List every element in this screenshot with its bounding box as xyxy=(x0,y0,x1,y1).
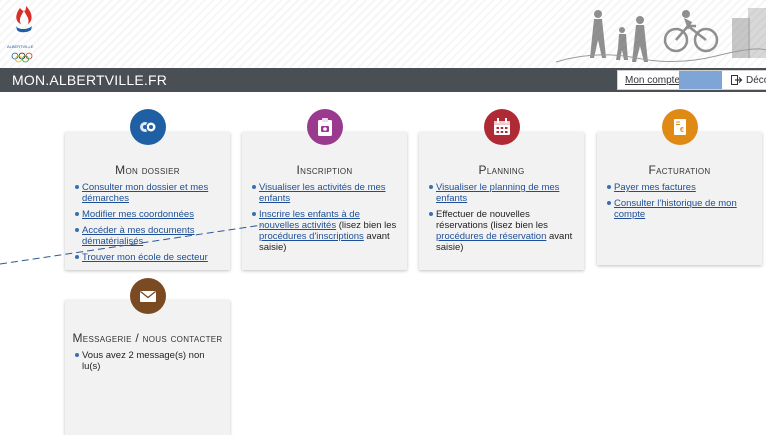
visualiser-activites-link[interactable]: Visualiser les activités de mes enfants xyxy=(259,182,386,204)
list-item: Visualiser le planning de mes enfants xyxy=(429,182,576,204)
list-item: Payer mes factures xyxy=(607,182,754,193)
reservations-note: Effectuer de nouvelles réservations (lis… xyxy=(436,209,548,231)
site-header: ALBERTVILLE xyxy=(0,0,766,68)
list-item: Accéder à mes documents dématérialisés xyxy=(75,225,222,247)
card-links: Consulter mon dossier et mes démarches M… xyxy=(75,182,222,268)
list-item: Visualiser les activités de mes enfants xyxy=(252,182,399,204)
envelope-icon[interactable] xyxy=(130,278,166,314)
procedures-inscriptions-link[interactable]: procédures d'inscriptions xyxy=(259,231,364,242)
procedures-reservation-link[interactable]: procédures de réservation xyxy=(436,231,546,242)
card-title: Inscription xyxy=(296,163,353,177)
card-messagerie: Messagerie / nous contacter Vous avez 2 … xyxy=(65,300,230,435)
card-title: Facturation xyxy=(648,163,711,177)
historique-compte-link[interactable]: Consulter l'historique de mon compte xyxy=(614,198,737,220)
ecole-secteur-link[interactable]: Trouver mon école de secteur xyxy=(82,252,208,263)
account-link[interactable]: Mon compte xyxy=(625,75,680,86)
clipboard-camera-icon[interactable] xyxy=(307,109,343,145)
users-icon[interactable] xyxy=(130,109,166,145)
list-item: Trouver mon école de secteur xyxy=(75,252,222,263)
list-item: Modifier mes coordonnées xyxy=(75,209,222,220)
inscription-note: (lisez bien les xyxy=(336,220,397,231)
albertville-logo-icon[interactable]: ALBERTVILLE xyxy=(4,4,44,64)
calendar-icon[interactable] xyxy=(484,109,520,145)
list-item: Vous avez 2 message(s) non lu(s) xyxy=(75,350,222,372)
card-links: Visualiser les activités de mes enfants … xyxy=(252,182,399,258)
unread-messages-text: Vous avez 2 message(s) non lu(s) xyxy=(82,350,205,372)
modifier-coordonnees-link[interactable]: Modifier mes coordonnées xyxy=(82,209,194,220)
card-planning: Planning Visualiser le planning de mes e… xyxy=(419,132,584,270)
card-links: Vous avez 2 message(s) non lu(s) xyxy=(75,350,222,377)
card-mon-dossier: Mon dossier Consulter mon dossier et mes… xyxy=(65,132,230,270)
svg-text:€: € xyxy=(680,127,684,134)
logout-icon[interactable] xyxy=(731,74,743,86)
card-links: Visualiser le planning de mes enfants Ef… xyxy=(429,182,576,258)
card-title: Messagerie / nous contacter xyxy=(72,331,223,345)
list-item: Consulter mon dossier et mes démarches xyxy=(75,182,222,204)
card-title: Mon dossier xyxy=(115,163,180,177)
visualiser-planning-link[interactable]: Visualiser le planning de mes enfants xyxy=(436,182,559,204)
account-name-field xyxy=(679,71,722,89)
documents-dematerialises-link[interactable]: Accéder à mes documents dématérialisés xyxy=(82,225,194,247)
payer-factures-link[interactable]: Payer mes factures xyxy=(614,182,696,193)
svg-text:ALBERTVILLE: ALBERTVILLE xyxy=(7,44,34,49)
family-scene-icon xyxy=(555,8,766,63)
card-title: Planning xyxy=(478,163,525,177)
list-item: Inscrire les enfants à de nouvelles acti… xyxy=(252,209,399,253)
card-links: Payer mes factures Consulter l'historiqu… xyxy=(607,182,754,225)
consulter-dossier-link[interactable]: Consulter mon dossier et mes démarches xyxy=(82,182,208,204)
card-facturation: Facturation Payer mes factures Consulter… xyxy=(597,132,762,265)
card-inscription: Inscription Visualiser les activités de … xyxy=(242,132,407,270)
invoice-euro-icon[interactable]: € xyxy=(662,109,698,145)
site-name[interactable]: MON.ALBERTVILLE.FR xyxy=(12,72,167,88)
list-item: Consulter l'historique de mon compte xyxy=(607,198,754,220)
list-item: Effectuer de nouvelles réservations (lis… xyxy=(429,209,576,253)
logout-link[interactable]: Déco xyxy=(746,75,766,86)
